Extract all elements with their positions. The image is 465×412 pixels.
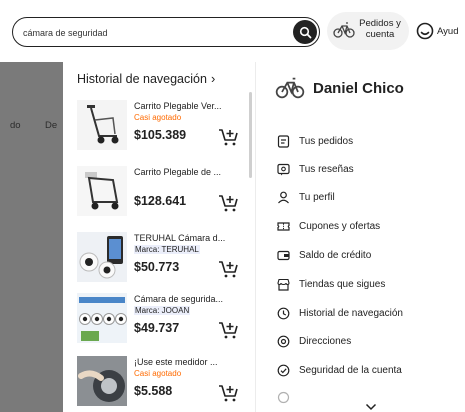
delivery-bike-icon [333,22,355,38]
add-to-cart-icon [219,385,238,402]
product-title: Carrito Plegable de ... [134,167,222,177]
address-icon [277,335,289,347]
menu-label: Tus reseñas [299,163,354,175]
product-title: Cámara de segurida... [134,294,224,304]
camera-product-image [77,232,127,282]
product-price: $50.773 [134,260,180,274]
history-item[interactable]: TERUHAL Cámara d... Marca: TERUHAL $50.7… [77,232,242,290]
menu-item-orders[interactable]: Tus pedidos [276,132,353,150]
camera-product-image [77,293,127,343]
account-header: Daniel Chico [275,76,404,100]
orders-icon [277,134,289,148]
menu-item-reviews[interactable]: Tus reseñas [276,160,354,178]
reviews-icon [276,163,290,175]
help-button[interactable]: Ayud [416,19,458,43]
menu-label: Seguridad de la cuenta [299,364,402,376]
product-title: TERUHAL Cámara d... [134,233,226,243]
history-icon [277,307,289,319]
product-price: $5.588 [134,384,173,398]
chevron-right-icon: › [210,71,216,86]
menu-label: Tus pedidos [299,135,354,147]
product-title: Carrito Plegable Ver... [134,101,222,111]
orders-account-label: Pedidos y cuenta [359,18,401,40]
menu-item-addresses[interactable]: Direcciones [276,332,351,350]
add-to-cart-button[interactable] [217,259,239,279]
product-title: ¡Use este medidor ... [134,357,218,367]
menu-label: Tiendas que sigues [299,278,386,290]
menu-item-profile[interactable]: Tu perfil [276,188,335,206]
search-input[interactable] [23,24,283,41]
store-icon [276,278,290,291]
top-bar: Pedidos y cuenta Ayud [0,0,465,62]
account-section: Daniel Chico Tus pedidos Tus reseñas Tu … [270,62,465,412]
chevron-down-icon [365,403,377,411]
product-thumbnail [77,232,127,282]
show-more-button[interactable] [365,398,377,412]
cart-product-image [77,100,127,150]
add-to-cart-icon [219,195,238,212]
menu-label: Historial de navegación [299,307,403,319]
product-thumbnail [77,100,127,150]
add-to-cart-button[interactable] [217,127,239,147]
browsing-history-section: Historial de navegación › Carrito Plegab… [63,62,256,412]
history-item[interactable]: Carrito Plegable Ver... Casi agotado $10… [77,100,242,158]
product-thumbnail [77,293,127,343]
help-label: Ayud [437,25,459,37]
add-to-cart-icon [219,129,238,146]
gauge-product-image [77,356,127,406]
brand-tag: Marca: TERUHAL [134,245,200,254]
smile-icon [416,22,434,40]
delivery-bike-icon [275,77,305,99]
add-to-cart-icon [219,261,238,278]
history-item[interactable]: Cámara de segurida... Marca: JOOAN $49.7… [77,293,242,351]
browsing-history-link[interactable]: Historial de navegación › [77,71,215,86]
search-bar[interactable] [12,17,320,47]
menu-label: Cupones y ofertas [299,220,381,232]
search-icon [299,26,311,38]
profile-icon [277,191,289,203]
product-price: $105.389 [134,128,187,142]
menu-label: Tu perfil [299,191,335,203]
account-name: Daniel Chico [313,79,404,97]
product-price: $128.641 [134,194,187,208]
add-to-cart-icon [219,322,238,339]
stock-badge: Casi agotado [134,369,182,378]
history-item[interactable]: ¡Use este medidor ... Casi agotado $5.58… [77,356,242,412]
product-thumbnail [77,356,127,406]
add-to-cart-button[interactable] [217,383,239,403]
cart-product-image [77,166,127,216]
menu-item-coupons[interactable]: Cupones y ofertas [276,217,380,235]
credit-icon [276,250,290,260]
history-item[interactable]: Carrito Plegable de ... $128.641 [77,166,242,224]
browsing-history-title: Historial de navegación [77,71,207,86]
background-nav-text: do [10,120,21,131]
brand-tag: Marca: JOOAN [134,306,191,315]
product-price: $49.737 [134,321,180,335]
add-to-cart-button[interactable] [217,320,239,340]
coupon-icon [276,221,290,231]
history-scrollbar[interactable] [249,92,252,178]
menu-item-stores[interactable]: Tiendas que sigues [276,275,385,293]
security-icon [277,364,289,376]
stock-badge: Casi agotado [134,113,182,122]
product-thumbnail [77,166,127,216]
background-nav-text: De [45,120,58,131]
account-dropdown: Historial de navegación › Carrito Plegab… [63,62,465,412]
menu-label: Direcciones [299,335,352,347]
orders-account-button[interactable]: Pedidos y cuenta [327,12,409,50]
menu-item-partial[interactable] [276,388,290,406]
add-to-cart-button[interactable] [217,193,239,213]
search-button[interactable] [293,20,317,44]
menu-item-credit[interactable]: Saldo de crédito [276,246,371,264]
menu-item-history[interactable]: Historial de navegación [276,304,403,322]
settings-icon [277,391,289,403]
menu-item-security[interactable]: Seguridad de la cuenta [276,361,402,379]
menu-label: Saldo de crédito [299,249,372,261]
